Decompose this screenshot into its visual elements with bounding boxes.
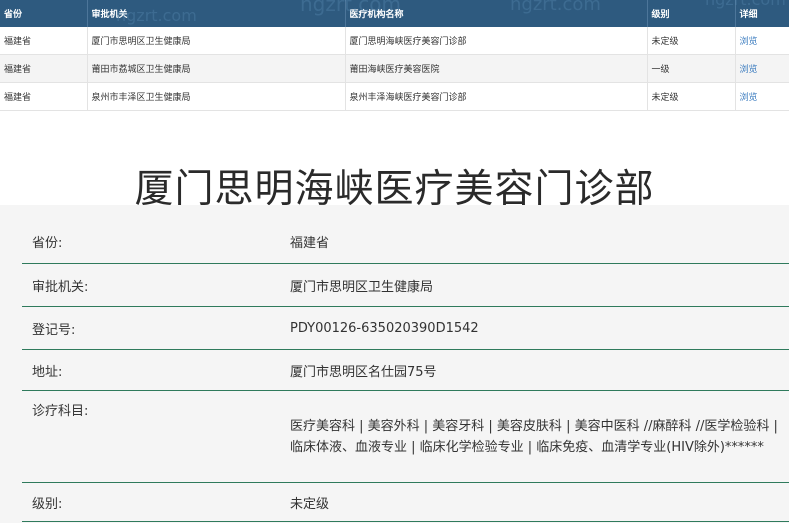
cell-institution-name: 莆田海峡医疗美容医院 [345,54,648,83]
view-detail-link[interactable]: 浏览 [735,27,789,55]
cell-institution-name: 泉州丰泽海峡医疗美容门诊部 [345,82,648,111]
detail-row-level: 级别: 未定级 [22,482,789,522]
detail-value: 厦门市思明区卫生健康局 [280,263,789,307]
detail-label: 省份: [22,220,280,264]
detail-table: 省份: 福建省 审批机关: 厦门市思明区卫生健康局 登记号: PDY00126-… [22,220,789,522]
table-row: 福建省 泉州市丰泽区卫生健康局 泉州丰泽海峡医疗美容门诊部 未定级 浏览 [0,82,789,111]
detail-value: 福建省 [280,220,789,264]
header-approval-authority: 审批机关 [87,0,346,27]
detail-value: 未定级 [280,482,789,522]
cell-province: 福建省 [0,54,88,83]
detail-value: 厦门市思明区名仕园75号 [280,349,789,391]
detail-label: 审批机关: [22,263,280,307]
header-institution-name: 医疗机构名称 [345,0,648,27]
detail-row-registration-number: 登记号: PDY00126-635020390D1542 [22,306,789,350]
header-province: 省份 [0,0,88,27]
detail-row-address: 地址: 厦门市思明区名仕园75号 [22,349,789,391]
cell-approval-authority: 莆田市荔城区卫生健康局 [87,54,346,83]
detail-label: 地址: [22,349,280,391]
detail-value: PDY00126-635020390D1542 [280,306,789,350]
header-level: 级别 [647,0,736,27]
view-detail-link[interactable]: 浏览 [735,82,789,111]
view-detail-link[interactable]: 浏览 [735,54,789,83]
cell-province: 福建省 [0,82,88,111]
institution-list-table: 省份 审批机关 医疗机构名称 级别 详细 福建省 厦门市思明区卫生健康局 厦门思… [0,0,789,111]
header-detail: 详细 [735,0,789,27]
detail-value: 医疗美容科 | 美容外科 | 美容牙科 | 美容皮肤科 | 美容中医科 //麻醉… [280,390,789,483]
detail-label: 级别: [22,482,280,522]
table-row: 福建省 厦门市思明区卫生健康局 厦门思明海峡医疗美容门诊部 未定级 浏览 [0,27,789,55]
table-row: 福建省 莆田市荔城区卫生健康局 莆田海峡医疗美容医院 一级 浏览 [0,54,789,83]
cell-approval-authority: 泉州市丰泽区卫生健康局 [87,82,346,111]
detail-panel: 省份: 福建省 审批机关: 厦门市思明区卫生健康局 登记号: PDY00126-… [0,205,789,523]
cell-institution-name: 厦门思明海峡医疗美容门诊部 [345,27,648,55]
detail-row-province: 省份: 福建省 [22,220,789,264]
cell-province: 福建省 [0,27,88,55]
cell-level: 未定级 [647,27,736,55]
detail-row-departments: 诊疗科目: 医疗美容科 | 美容外科 | 美容牙科 | 美容皮肤科 | 美容中医… [22,390,789,483]
detail-row-approval-authority: 审批机关: 厦门市思明区卫生健康局 [22,263,789,307]
detail-label: 诊疗科目: [22,390,280,483]
detail-label: 登记号: [22,306,280,350]
list-header-row: 省份 审批机关 医疗机构名称 级别 详细 [0,0,789,27]
cell-level: 未定级 [647,82,736,111]
cell-level: 一级 [647,54,736,83]
cell-approval-authority: 厦门市思明区卫生健康局 [87,27,346,55]
